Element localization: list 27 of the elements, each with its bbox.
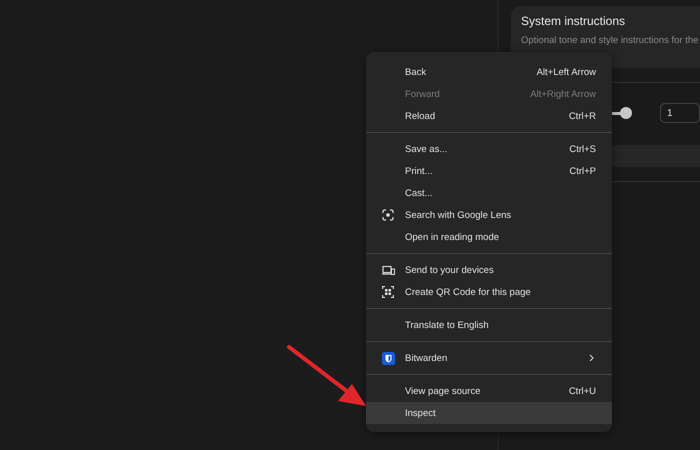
devices-icon xyxy=(382,264,395,276)
shortcut-label: Ctrl+P xyxy=(569,166,596,176)
shortcut-label: Ctrl+S xyxy=(569,144,596,154)
shield-icon xyxy=(382,352,395,364)
menu-item[interactable]: Send to your devices xyxy=(366,259,612,281)
menu-item[interactable]: Open in reading mode xyxy=(366,226,612,248)
card-description: Optional tone and style instructions for the xyxy=(521,35,700,46)
qr-code-icon xyxy=(382,286,394,298)
shortcut-label: Ctrl+U xyxy=(568,386,596,396)
number-field[interactable]: 1 xyxy=(660,103,700,123)
shortcut-label: Alt+Left Arrow xyxy=(536,66,596,78)
shortcut-label: Ctrl+R xyxy=(568,110,596,122)
menu-item[interactable]: Translate to English xyxy=(366,314,612,336)
menu-item[interactable]: Reload Ctrl+R xyxy=(366,105,612,127)
card-title: System instructions xyxy=(521,14,626,28)
menu-item[interactable]: View page source Ctrl+U xyxy=(366,380,612,402)
menu-item[interactable]: Search with Google Lens xyxy=(366,204,612,226)
menu-item[interactable]: Bitwarden xyxy=(366,347,612,369)
menu-item[interactable]: Create QR Code for this page xyxy=(366,281,612,303)
camera-icon xyxy=(382,209,394,221)
menu-item[interactable]: Inspect xyxy=(366,402,612,424)
shortcut-label: Alt+Right Arrow xyxy=(530,88,596,100)
menu-item[interactable]: Save as... Ctrl+S xyxy=(366,138,612,160)
menu-item[interactable]: Back Alt+Left Arrow xyxy=(366,61,612,83)
menu-item[interactable]: Print... Ctrl+P xyxy=(366,160,612,182)
menu-item[interactable]: Cast... xyxy=(366,182,612,204)
slider-thumb[interactable] xyxy=(620,107,632,119)
